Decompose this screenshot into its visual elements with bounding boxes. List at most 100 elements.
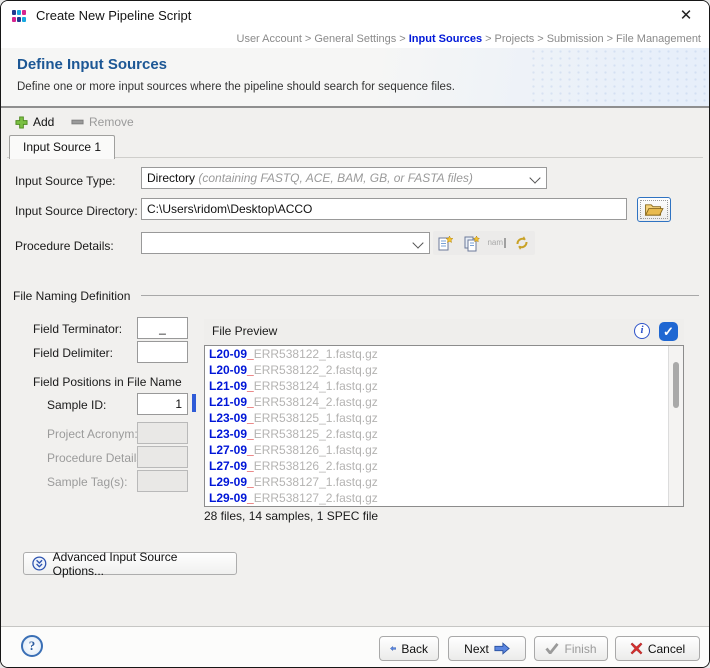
close-icon[interactable]: ✕ bbox=[669, 1, 703, 31]
breadcrumb-item: File Management bbox=[616, 33, 701, 45]
breadcrumb-item: User Account bbox=[237, 33, 302, 45]
procedure-details-combobox[interactable] bbox=[141, 232, 430, 254]
copy-document-button[interactable] bbox=[460, 233, 482, 253]
file-naming-group-title: File Naming Definition bbox=[13, 289, 130, 303]
footer-bar: ? Back Next Finish Cancel bbox=[1, 626, 709, 667]
sample-tags-label: Sample Tag(s): bbox=[47, 475, 127, 489]
next-button[interactable]: Next bbox=[448, 636, 526, 661]
scrollbar[interactable] bbox=[668, 346, 683, 506]
file-row[interactable]: L27-09_ERR538126_2.fastq.gz bbox=[205, 458, 683, 474]
checkmark-icon bbox=[545, 643, 559, 654]
arrow-left-icon bbox=[390, 642, 396, 655]
procedure-details-position-field bbox=[137, 446, 188, 468]
title-bar: Create New Pipeline Script ✕ bbox=[1, 1, 709, 31]
finish-button-label: Finish bbox=[564, 642, 596, 656]
advanced-options-label: Advanced Input Source Options... bbox=[53, 550, 228, 578]
breadcrumb-item: Projects bbox=[495, 33, 535, 45]
copy-document-icon bbox=[463, 235, 480, 252]
remove-button-label: Remove bbox=[89, 115, 134, 129]
breadcrumb-separator: > bbox=[607, 33, 613, 45]
project-acronym-field bbox=[137, 422, 188, 444]
breadcrumb-item-current: Input Sources bbox=[409, 33, 482, 45]
header-decoration bbox=[529, 48, 709, 106]
breadcrumb-separator: > bbox=[399, 33, 405, 45]
double-chevron-down-icon bbox=[32, 556, 47, 571]
create-pipeline-dialog: Create New Pipeline Script ✕ User Accoun… bbox=[0, 0, 710, 668]
breadcrumb-item: Submission bbox=[547, 33, 604, 45]
new-document-icon bbox=[437, 235, 454, 252]
combobox-value-hint: (containing FASTQ, ACE, BAM, GB, or FAST… bbox=[198, 171, 473, 185]
file-row[interactable]: L29-09_ERR538127_1.fastq.gz bbox=[205, 474, 683, 490]
file-preview-checkbox[interactable]: ✓ bbox=[659, 322, 678, 341]
rename-button[interactable]: nam bbox=[486, 233, 508, 253]
project-acronym-label: Project Acronym: bbox=[47, 427, 138, 441]
procedure-details-toolbar: nam bbox=[433, 231, 535, 255]
group-divider bbox=[141, 295, 699, 296]
combobox-value: Directory bbox=[147, 171, 195, 185]
input-source-directory-label: Input Source Directory: bbox=[15, 204, 138, 218]
input-source-directory-field[interactable] bbox=[141, 198, 627, 220]
page-subtitle: Define one or more input sources where t… bbox=[17, 81, 455, 93]
info-icon[interactable]: i bbox=[634, 323, 650, 339]
help-icon[interactable]: ? bbox=[21, 635, 43, 657]
add-button-label: Add bbox=[33, 115, 54, 129]
cancel-button[interactable]: Cancel bbox=[615, 636, 700, 661]
back-button-label: Back bbox=[401, 642, 428, 656]
refresh-icon bbox=[514, 235, 530, 251]
back-button[interactable]: Back bbox=[379, 636, 439, 661]
sample-id-label: Sample ID: bbox=[47, 398, 106, 412]
sample-id-field[interactable] bbox=[137, 393, 188, 415]
breadcrumb-item: General Settings bbox=[314, 33, 396, 45]
file-preview-header: File Preview i ✓ bbox=[204, 319, 684, 345]
field-terminator-field[interactable] bbox=[137, 317, 188, 339]
remove-button[interactable]: Remove bbox=[71, 112, 134, 132]
breadcrumb-separator: > bbox=[485, 33, 491, 45]
arrow-right-icon bbox=[494, 642, 510, 655]
file-row[interactable]: L21-09_ERR538124_1.fastq.gz bbox=[205, 378, 683, 394]
input-source-type-combobox[interactable]: Directory (containing FASTQ, ACE, BAM, G… bbox=[141, 167, 547, 189]
next-button-label: Next bbox=[464, 642, 489, 656]
input-source-type-label: Input Source Type: bbox=[15, 174, 116, 188]
window-title: Create New Pipeline Script bbox=[36, 1, 191, 31]
wizard-header: Define Input Sources Define one or more … bbox=[1, 48, 709, 108]
procedure-details-label: Procedure Details: bbox=[15, 239, 114, 253]
chevron-down-icon bbox=[529, 172, 540, 183]
file-row[interactable]: L21-09_ERR538124_2.fastq.gz bbox=[205, 394, 683, 410]
field-delimiter-label: Field Delimiter: bbox=[33, 346, 113, 360]
file-row[interactable]: L23-09_ERR538125_2.fastq.gz bbox=[205, 426, 683, 442]
sample-id-focus-indicator bbox=[192, 394, 196, 412]
file-row[interactable]: L29-09_ERR538127_2.fastq.gz bbox=[205, 490, 683, 506]
breadcrumb-separator: > bbox=[537, 33, 543, 45]
file-preview-title: File Preview bbox=[212, 324, 277, 338]
file-preview-list[interactable]: L20-09_ERR538122_1.fastq.gz L20-09_ERR53… bbox=[204, 345, 684, 507]
field-terminator-label: Field Terminator: bbox=[33, 322, 122, 336]
cancel-x-icon bbox=[630, 642, 643, 655]
add-button[interactable]: Add bbox=[15, 112, 54, 132]
sample-tags-field bbox=[137, 470, 188, 492]
procedure-details-position-label: Procedure Details: bbox=[47, 451, 146, 465]
scrollbar-thumb[interactable] bbox=[673, 362, 679, 408]
chevron-down-icon bbox=[412, 237, 423, 248]
file-row[interactable]: L20-09_ERR538122_2.fastq.gz bbox=[205, 362, 683, 378]
new-document-button[interactable] bbox=[435, 233, 457, 253]
page-title: Define Input Sources bbox=[17, 56, 167, 73]
file-preview-status: 28 files, 14 samples, 1 SPEC file bbox=[204, 509, 378, 523]
file-row[interactable]: L20-09_ERR538122_1.fastq.gz bbox=[205, 346, 683, 362]
browse-directory-button[interactable] bbox=[637, 197, 671, 222]
breadcrumb: User Account>General Settings>Input Sour… bbox=[1, 31, 709, 48]
file-row[interactable]: L23-09_ERR538125_1.fastq.gz bbox=[205, 410, 683, 426]
cancel-button-label: Cancel bbox=[648, 642, 685, 656]
app-icon bbox=[11, 8, 27, 24]
plus-icon bbox=[15, 116, 28, 129]
finish-button: Finish bbox=[534, 636, 608, 661]
minus-icon bbox=[71, 119, 84, 125]
advanced-options-button[interactable]: Advanced Input Source Options... bbox=[23, 552, 237, 575]
tab-input-source-1[interactable]: Input Source 1 bbox=[9, 135, 115, 159]
breadcrumb-separator: > bbox=[305, 33, 311, 45]
rename-icon: nam bbox=[487, 238, 506, 248]
field-positions-title: Field Positions in File Name bbox=[33, 375, 182, 389]
field-delimiter-field[interactable] bbox=[137, 341, 188, 363]
file-row[interactable]: L27-09_ERR538126_1.fastq.gz bbox=[205, 442, 683, 458]
folder-open-icon bbox=[644, 202, 664, 217]
refresh-button[interactable] bbox=[511, 233, 533, 253]
